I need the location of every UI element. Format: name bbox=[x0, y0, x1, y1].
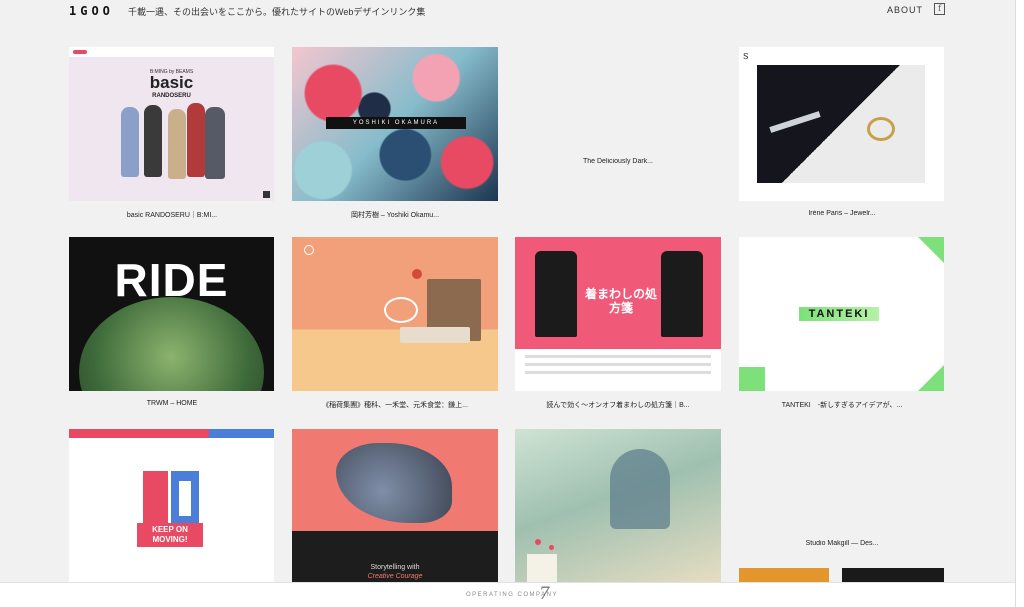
card-text-line1: Storytelling with bbox=[370, 564, 420, 571]
card-caption[interactable]: Studio Makgill — Des... bbox=[739, 540, 945, 547]
card-thumbnail[interactable]: RIDE bbox=[69, 237, 274, 391]
card-caption[interactable]: TANTEKI -新しすぎるアイデアが、... bbox=[739, 400, 945, 410]
site-footer: OPERATING COMPANY 7 bbox=[0, 582, 1016, 607]
site-logo[interactable]: 1GOO bbox=[69, 4, 114, 18]
card-thumbnail-partial[interactable] bbox=[739, 568, 829, 582]
card-thumbnail[interactable]: Storytelling with Creative Courage bbox=[292, 429, 498, 582]
card-text-line2: Creative Courage bbox=[367, 573, 423, 580]
card-thumbnail[interactable]: B:MING by BEAMS basic RANDOSERU bbox=[69, 47, 274, 201]
card-caption[interactable]: basic RANDOSERU｜B:MI... bbox=[69, 210, 275, 220]
card-thumbnail[interactable] bbox=[515, 429, 721, 582]
card-big-text: TANTEKI bbox=[799, 307, 879, 321]
site-tagline: 千載一遇、その出会いをここから。優れたサイトのWebデザインリンク集 bbox=[128, 7, 426, 17]
card-thumbnail[interactable]: KEEP ON MOVING! bbox=[69, 429, 274, 582]
card-title-large: basic bbox=[149, 73, 194, 92]
card-thumbnail-partial[interactable] bbox=[842, 568, 944, 582]
card-thumbnail[interactable]: 着まわしの処方箋 bbox=[515, 237, 721, 391]
about-link[interactable]: ABOUT bbox=[887, 5, 923, 15]
card-caption[interactable]: The Deliciously Dark... bbox=[515, 158, 721, 165]
scrollbar[interactable] bbox=[1015, 0, 1024, 607]
card-caption[interactable]: 岡村芳樹 – Yoshiki Okamu... bbox=[292, 210, 498, 220]
card-thumbnail[interactable]: YOSHIKI OKAMURA bbox=[292, 47, 498, 201]
card-caption[interactable]: TRWM – HOME bbox=[69, 400, 275, 407]
card-caption[interactable]: Irène Paris – Jewelr... bbox=[739, 210, 945, 217]
card-thumbnail[interactable]: S bbox=[739, 47, 944, 201]
facebook-icon[interactable]: f bbox=[934, 3, 945, 15]
card-caption[interactable]: 《稲荷集團》穂科、一禾堂、元禾食堂：鎌上... bbox=[292, 400, 498, 410]
card-thumbnail[interactable]: TANTEKI bbox=[739, 237, 944, 391]
card-big-text: KEEP ON MOVING! bbox=[137, 523, 203, 547]
card-big-text: 着まわしの処方箋 bbox=[584, 287, 657, 315]
card-caption[interactable]: 読んで効く～オンオフ着まわしの処方箋｜B... bbox=[515, 400, 721, 410]
card-band-text: YOSHIKI OKAMURA bbox=[326, 117, 466, 129]
company-mark-icon[interactable]: 7 bbox=[539, 584, 550, 604]
card-subtitle: RANDOSERU bbox=[152, 93, 191, 99]
page: 1GOO 千載一遇、その出会いをここから。優れたサイトのWebデザインリンク集 … bbox=[0, 0, 1016, 607]
card-thumbnail[interactable] bbox=[292, 237, 498, 391]
site-header: 1GOO 千載一遇、その出会いをここから。優れたサイトのWebデザインリンク集 … bbox=[0, 0, 1016, 22]
